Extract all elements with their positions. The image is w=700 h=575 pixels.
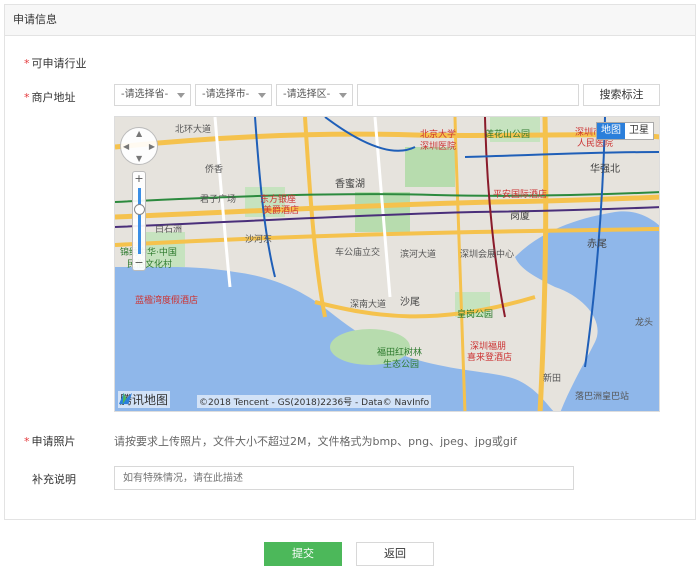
map-label: 华强北 <box>590 164 620 175</box>
map-label: 蓝楹湾度假酒店 <box>135 296 199 306</box>
industry-label: * 可申请行业 <box>24 57 87 70</box>
map-label: 车公庙立交 <box>335 248 381 258</box>
map-label: 岗厦 <box>510 211 530 222</box>
map-type-switch: 地图 卫星 <box>596 122 654 140</box>
chevron-down-icon <box>258 93 266 98</box>
remark-label: 补充说明 <box>32 473 76 486</box>
map-label: 龙头 <box>635 318 654 328</box>
submit-button[interactable]: 提交 <box>264 542 342 566</box>
map-type-satellite-button[interactable]: 卫星 <box>625 123 653 139</box>
map-label: 香蜜湖 <box>335 179 365 190</box>
map-label: 深南大道 <box>350 300 387 310</box>
remark-input[interactable] <box>114 466 574 490</box>
map-label: 滨河大道 <box>400 250 437 260</box>
zoom-track[interactable] <box>138 188 141 254</box>
tencent-map-logo-icon <box>118 392 133 405</box>
map-label: 深圳会展中心 <box>460 250 515 260</box>
map-label: 赤尾 <box>587 239 607 250</box>
map-label: 新田 <box>543 374 562 384</box>
panel-title: 申请信息 <box>5 5 695 36</box>
required-mark: * <box>24 91 30 104</box>
map-view[interactable]: 北京大学 深圳医院 莲花山公园 深圳市 人民医院 华强北 香蜜湖 东方银座 美爵… <box>114 116 660 412</box>
map-label: 北环大道 <box>175 125 212 135</box>
map-label: 侨香 <box>205 165 224 175</box>
back-button[interactable]: 返回 <box>356 542 434 566</box>
zoom-slider-handle[interactable] <box>134 204 145 215</box>
photo-label: * 申请照片 <box>24 435 76 448</box>
zoom-in-icon[interactable]: + <box>133 173 145 185</box>
city-select[interactable]: -请选择市- <box>195 84 272 106</box>
pan-down-icon[interactable]: ▼ <box>136 154 142 163</box>
map-label: 沙河东 <box>245 235 273 245</box>
map-label: 平安国际酒店 <box>493 190 548 200</box>
chevron-down-icon <box>177 93 185 98</box>
map-label: 生态公园 <box>383 360 420 370</box>
map-zoom-control: + − <box>132 171 146 271</box>
map-label: 莲花山公园 <box>485 130 531 140</box>
province-select[interactable]: -请选择省- <box>114 84 191 106</box>
pan-right-icon[interactable]: ▶ <box>149 142 155 151</box>
required-mark: * <box>24 57 30 70</box>
map-copyright: ©2018 Tencent - GS(2018)2236号 - Data© Na… <box>197 395 432 408</box>
search-mark-button[interactable]: 搜索标注 <box>583 84 660 106</box>
district-select[interactable]: -请选择区- <box>276 84 353 106</box>
map-type-map-button[interactable]: 地图 <box>597 123 625 139</box>
map-label: 沙尾 <box>400 297 420 308</box>
map-label: 君子广场 <box>200 195 237 205</box>
address-label: * 商户地址 <box>24 91 76 104</box>
map-label: 深圳医院 <box>420 142 457 152</box>
required-mark: * <box>24 435 30 448</box>
map-label: 落巴洲皇巴站 <box>575 392 630 402</box>
map-pan-control[interactable]: ▲ ▼ ◀ ▶ <box>120 127 158 165</box>
pan-up-icon[interactable]: ▲ <box>136 129 142 138</box>
map-label: 喜来登酒店 <box>467 353 513 363</box>
map-label: 美爵酒店 <box>263 206 300 216</box>
map-label: 白石洲 <box>155 225 183 235</box>
chevron-down-icon <box>339 93 347 98</box>
pan-left-icon[interactable]: ◀ <box>123 142 129 151</box>
address-detail-input[interactable] <box>357 84 579 106</box>
map-label: 皇岗公园 <box>457 310 494 320</box>
zoom-out-icon[interactable]: − <box>133 257 145 269</box>
map-logo: 腾讯地图 <box>118 391 171 408</box>
photo-upload-hint: 请按要求上传照片，文件大小不超过2M，文件格式为bmp、png、jpeg、jpg… <box>114 435 517 448</box>
